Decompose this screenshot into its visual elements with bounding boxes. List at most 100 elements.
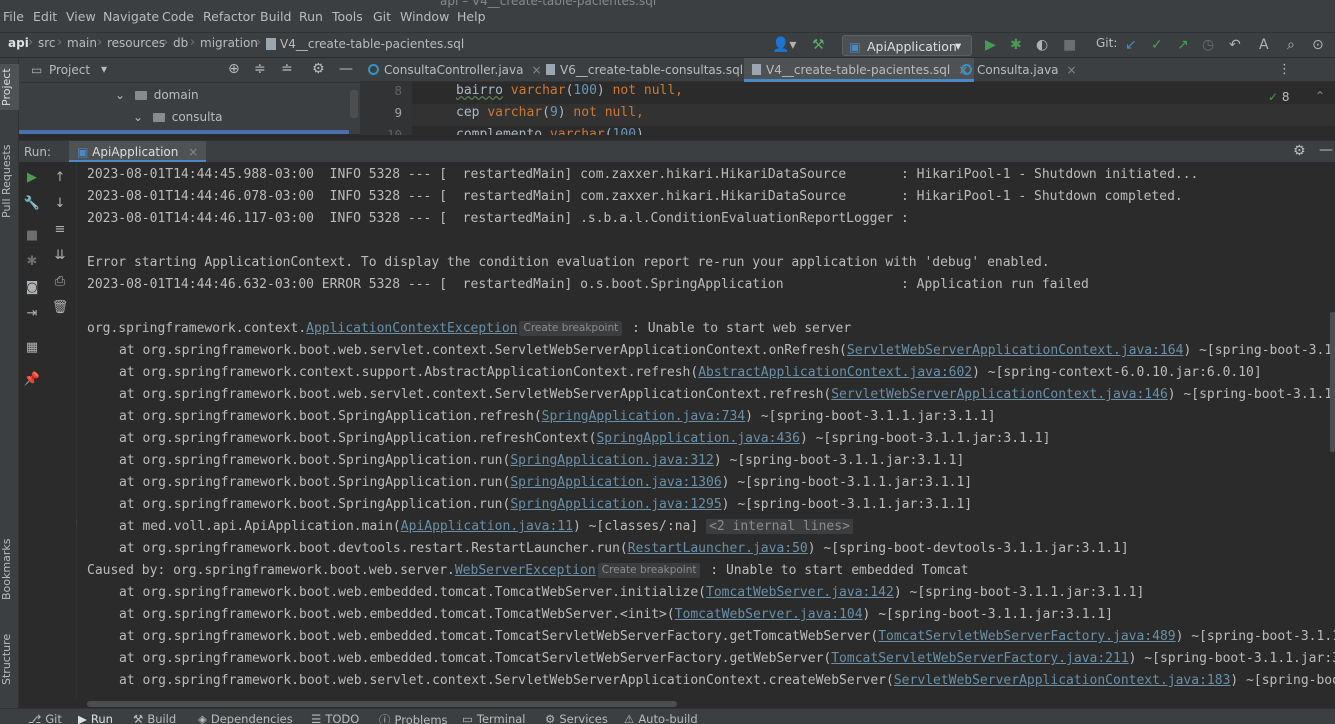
exit-icon[interactable]: ⇥ bbox=[23, 306, 41, 321]
history-icon[interactable]: ◷ bbox=[1202, 37, 1214, 53]
source-link[interactable]: SpringApplication.java:734 bbox=[542, 409, 746, 424]
menu-refactor[interactable]: Refactor bbox=[203, 9, 255, 24]
source-link[interactable]: TomcatServletWebServerFactory.java:211 bbox=[831, 651, 1128, 666]
source-link[interactable]: SpringApplication.java:436 bbox=[596, 431, 800, 446]
git-push-icon[interactable]: ↗ bbox=[1177, 37, 1189, 53]
breadcrumb-main[interactable]: main bbox=[67, 36, 97, 50]
menu-window[interactable]: Window bbox=[400, 9, 449, 24]
soft-wrap-icon[interactable]: ≡ bbox=[51, 222, 69, 237]
search-icon[interactable]: ⌕ bbox=[1287, 37, 1295, 53]
bottom-tab-run[interactable]: ▶ Run bbox=[78, 712, 113, 724]
source-link[interactable]: SpringApplication.java:312 bbox=[510, 453, 714, 468]
source-link[interactable]: AbstractApplicationContext.java:602 bbox=[698, 365, 972, 380]
stop-icon[interactable]: ■ bbox=[1063, 37, 1076, 53]
debug-icon[interactable]: ✱ bbox=[1010, 37, 1022, 53]
scroll-to-end-icon[interactable]: ⇊ bbox=[51, 248, 69, 263]
user-icon[interactable]: 👤▾ bbox=[772, 37, 796, 53]
menu-code[interactable]: Code bbox=[162, 9, 194, 24]
pin-icon[interactable]: 📌 bbox=[23, 372, 41, 387]
bottom-tab-todo[interactable]: ☰ TODO bbox=[311, 712, 359, 724]
gear-icon[interactable]: ⚙ bbox=[312, 61, 325, 77]
run-icon[interactable]: ▶ bbox=[985, 37, 996, 53]
breadcrumb-migration[interactable]: migration bbox=[200, 36, 258, 50]
menu-git[interactable]: Git bbox=[373, 9, 391, 24]
bottom-tab-git[interactable]: ⎇ Git bbox=[28, 712, 62, 724]
git-update-icon[interactable]: ↙ bbox=[1125, 37, 1137, 53]
locate-icon[interactable]: ⊕ bbox=[228, 61, 240, 77]
arrow-up-icon[interactable]: ↑ bbox=[51, 170, 69, 185]
console-scrollbar[interactable] bbox=[1330, 312, 1335, 452]
project-panel-title[interactable]: Project bbox=[49, 63, 90, 77]
console-output[interactable]: 2023-08-01T14:44:45.988-03:00 INFO 5328 … bbox=[77, 162, 1335, 700]
scrollbar[interactable] bbox=[350, 90, 358, 118]
source-link[interactable]: SpringApplication.java:1306 bbox=[510, 475, 721, 490]
tab-structure[interactable]: Structure bbox=[0, 630, 19, 688]
close-icon[interactable]: × bbox=[531, 63, 541, 77]
translate-icon[interactable]: A bbox=[1259, 37, 1269, 53]
stop-icon[interactable]: ■ bbox=[23, 228, 41, 243]
tab-bookmarks[interactable]: Bookmarks bbox=[0, 538, 19, 600]
menu-edit[interactable]: Edit bbox=[33, 9, 57, 24]
source-link[interactable]: ServletWebServerApplicationContext.java:… bbox=[894, 673, 1231, 688]
print-icon[interactable]: ⎙ bbox=[51, 274, 69, 289]
chevron-down-icon[interactable]: ▾ bbox=[101, 62, 107, 76]
bottom-tab-services[interactable]: ⚙ Services bbox=[545, 712, 608, 724]
source-link[interactable]: TomcatServletWebServerFactory.java:489 bbox=[878, 629, 1175, 644]
gear-icon[interactable]: ⚙ bbox=[1293, 143, 1306, 159]
breadcrumb-src[interactable]: src bbox=[38, 36, 56, 50]
minimize-icon[interactable]: — bbox=[339, 61, 353, 77]
bottom-tab-auto-build[interactable]: ⚠ Auto-build bbox=[624, 712, 698, 724]
bottom-tab-problems[interactable]: ⓘ Problems bbox=[379, 712, 448, 724]
trash-icon[interactable]: 🗑 bbox=[51, 300, 69, 315]
menu-tools[interactable]: Tools bbox=[332, 9, 363, 24]
source-link[interactable]: RestartLauncher.java:50 bbox=[628, 541, 808, 556]
bottom-tab-build[interactable]: ⚒ Build bbox=[133, 712, 176, 724]
create-breakpoint-button[interactable]: Create breakpoint bbox=[597, 563, 701, 578]
close-icon[interactable]: × bbox=[1067, 63, 1077, 77]
source-link[interactable]: SpringApplication.java:1295 bbox=[510, 497, 721, 512]
breadcrumb-db[interactable]: db bbox=[173, 36, 188, 50]
code-editor[interactable]: 8 9 10 bairro varchar(100) not null, cep… bbox=[360, 82, 1335, 135]
minimize-icon[interactable]: — bbox=[1319, 142, 1333, 158]
expand-all-icon[interactable]: ≑ bbox=[254, 61, 266, 77]
menu-file[interactable]: File bbox=[3, 9, 24, 24]
menu-build[interactable]: Build bbox=[260, 9, 291, 24]
create-breakpoint-button[interactable]: Create breakpoint bbox=[519, 321, 623, 336]
run-configuration-select[interactable]: ▣ ApiApplication ▾ bbox=[842, 35, 972, 56]
rollback-icon[interactable]: ↶ bbox=[1229, 37, 1241, 53]
debug-icon[interactable]: ✱ bbox=[23, 254, 41, 269]
run-tab-api-application[interactable]: ▣ ApiApplication × bbox=[69, 141, 207, 163]
breadcrumb-resources[interactable]: resources bbox=[107, 36, 165, 50]
internal-lines-fold[interactable]: <2 internal lines> bbox=[706, 519, 853, 534]
menu-navigate[interactable]: Navigate bbox=[103, 9, 159, 24]
source-link[interactable]: TomcatWebServer.java:104 bbox=[675, 607, 863, 622]
source-link[interactable]: ServletWebServerApplicationContext.java:… bbox=[831, 387, 1168, 402]
tab-v6-create-table-consultas[interactable]: V6__create-table-consultas.sql× bbox=[546, 58, 761, 82]
source-link[interactable]: ApiApplication.java:11 bbox=[401, 519, 573, 534]
tab-pull-requests[interactable]: Pull Requests bbox=[0, 136, 19, 226]
ide-updates-icon[interactable]: ⊙ bbox=[1312, 37, 1324, 53]
menu-help[interactable]: Help bbox=[457, 9, 486, 24]
close-icon[interactable]: × bbox=[188, 145, 198, 159]
collapse-all-icon[interactable]: ≐ bbox=[281, 61, 293, 77]
source-link[interactable]: ServletWebServerApplicationContext.java:… bbox=[847, 343, 1184, 358]
inspection-widget[interactable]: ✓ 8 bbox=[1268, 90, 1290, 104]
more-options-icon[interactable]: ⋮ bbox=[1278, 62, 1291, 77]
git-commit-icon[interactable]: ✓ bbox=[1151, 37, 1163, 53]
wrench-icon[interactable]: 🔧 bbox=[23, 196, 41, 211]
bottom-tab-terminal[interactable]: ▭ Terminal bbox=[462, 712, 525, 724]
tab-consulta-java[interactable]: Consulta.java × bbox=[961, 58, 1077, 82]
tab-v4-create-table-pacientes[interactable]: V4__create-table-pacientes.sql × bbox=[744, 58, 975, 82]
hammer-icon[interactable]: ⚒ bbox=[812, 37, 825, 53]
rerun-icon[interactable]: ▶ bbox=[23, 170, 41, 185]
menu-view[interactable]: View bbox=[66, 9, 96, 24]
source-link[interactable]: ApplicationContextException bbox=[306, 321, 517, 336]
chevron-up-icon[interactable]: ⌃ bbox=[1315, 89, 1325, 103]
layout-icon[interactable]: ▦ bbox=[23, 340, 41, 355]
scrollbar-thumb[interactable] bbox=[87, 701, 677, 707]
breadcrumb-api[interactable]: api bbox=[8, 36, 29, 50]
tree-item-domain[interactable]: ⌄ domain bbox=[115, 88, 199, 102]
horizontal-scrollbar[interactable] bbox=[87, 700, 1335, 708]
bottom-tab-dependencies[interactable]: ◈ Dependencies bbox=[198, 712, 293, 724]
tab-project[interactable]: Project bbox=[0, 64, 19, 110]
